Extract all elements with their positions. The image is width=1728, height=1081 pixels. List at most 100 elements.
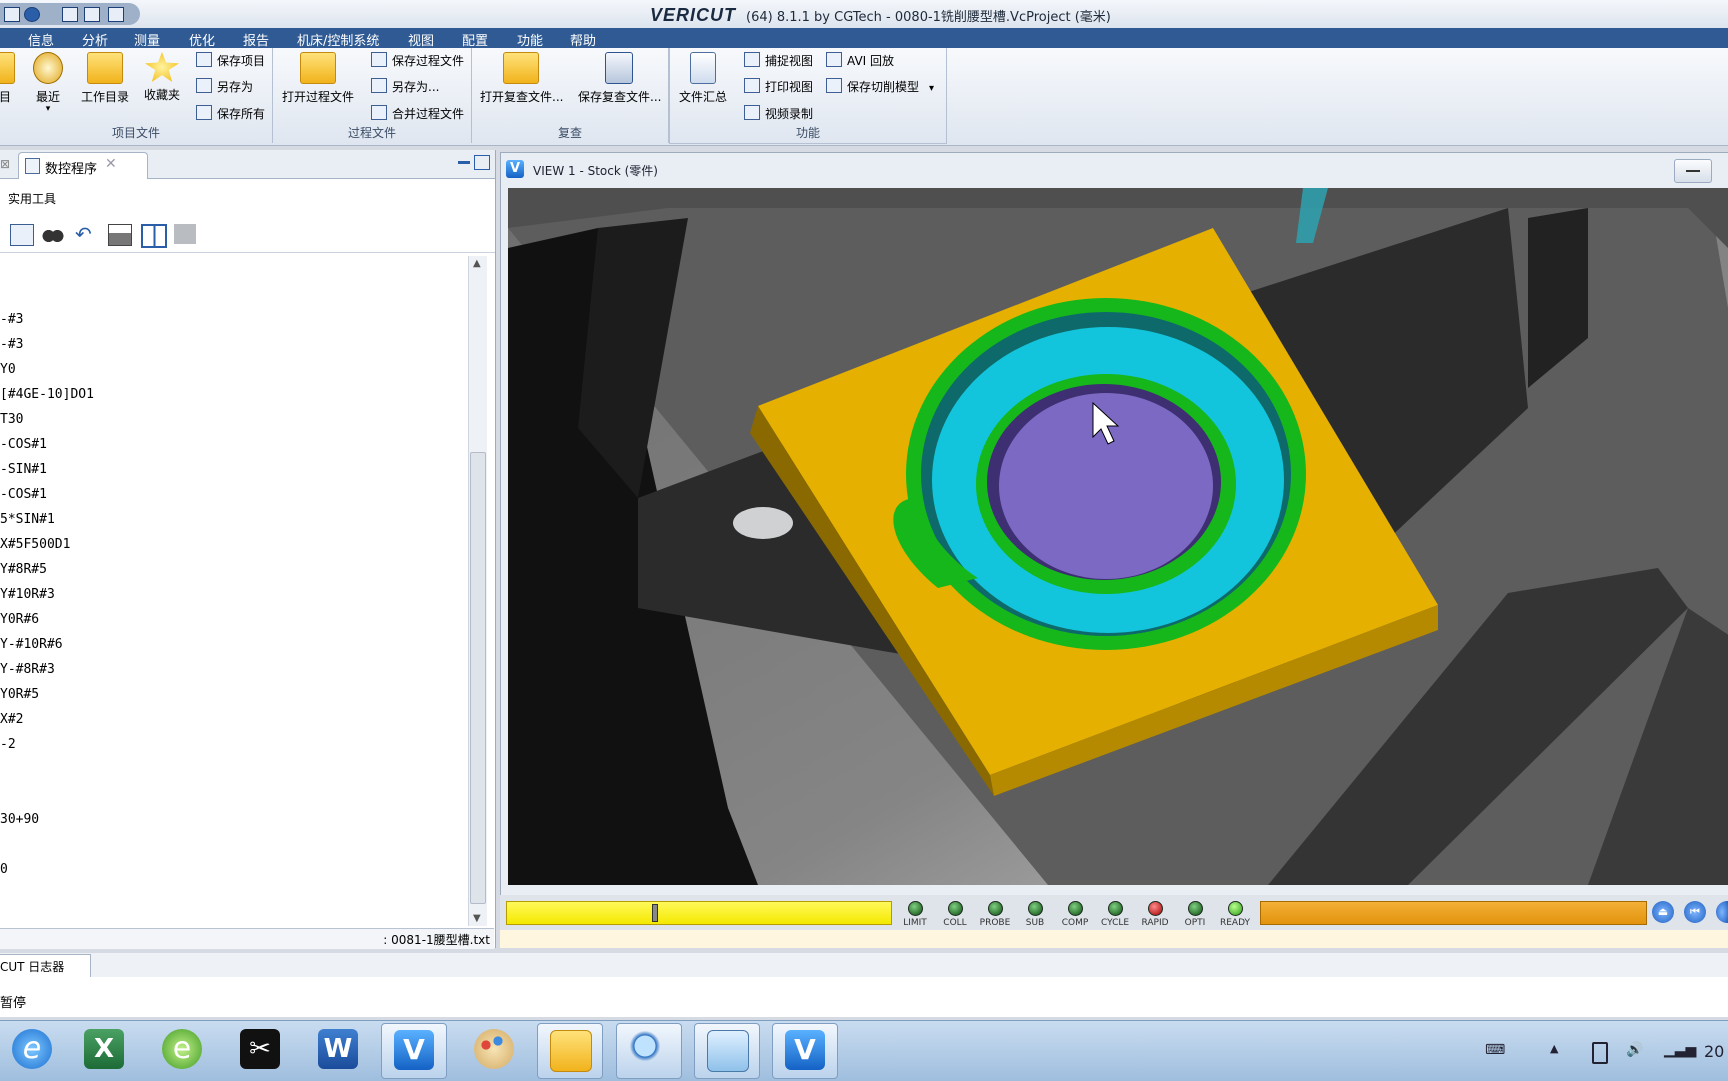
led-limit[interactable]: LIMIT: [895, 901, 935, 928]
scroll-down-icon[interactable]: ▼: [473, 913, 481, 924]
capture-view-button[interactable]: 捕捉视图: [744, 52, 813, 70]
taskbar-word[interactable]: W: [306, 1023, 370, 1077]
tools-menu[interactable]: 实用工具: [8, 190, 56, 207]
3d-simulation-viewport[interactable]: [508, 188, 1728, 885]
code-line[interactable]: 30+90: [0, 812, 39, 827]
tab-log[interactable]: CUT 日志器: [0, 954, 91, 977]
menu-machine-control[interactable]: 机床/控制系统: [297, 30, 379, 49]
led-ready[interactable]: READY: [1215, 901, 1255, 928]
app-menu-icon[interactable]: [4, 7, 20, 22]
print-view-button[interactable]: 打印视图: [744, 78, 813, 96]
process-save-as-button[interactable]: 另存为...: [371, 78, 439, 96]
code-line[interactable]: Y0R#5: [0, 687, 39, 702]
open-review-button[interactable]: 打开复查文件...: [480, 52, 563, 105]
code-line[interactable]: -COS#1: [0, 437, 47, 452]
taskbar-internet-explorer[interactable]: e: [0, 1023, 64, 1077]
led-comp[interactable]: COMP: [1055, 901, 1095, 928]
save-all-button[interactable]: 保存所有: [196, 105, 265, 123]
taskbar-paint[interactable]: [462, 1023, 526, 1077]
undo-icon[interactable]: ↶: [75, 224, 97, 244]
menu-analysis[interactable]: 分析: [82, 30, 108, 49]
taskbar-file-explorer[interactable]: [537, 1023, 603, 1079]
simulation-progress-slider[interactable]: [506, 901, 892, 925]
tab-nc-program[interactable]: 数控程序 ✕: [18, 152, 148, 179]
code-line[interactable]: -SIN#1: [0, 462, 47, 477]
led-sub[interactable]: SUB: [1015, 901, 1055, 928]
led-probe[interactable]: PROBE: [975, 901, 1015, 928]
led-coll[interactable]: COLL: [935, 901, 975, 928]
video-record-button[interactable]: 视频录制: [744, 105, 813, 123]
led-rapid[interactable]: RAPID: [1135, 901, 1175, 928]
work-directory-button[interactable]: 工作目录: [78, 52, 132, 105]
binoculars-icon[interactable]: [42, 224, 64, 244]
menu-help[interactable]: 帮助: [570, 30, 596, 49]
network-signal-icon[interactable]: ▁▃▅: [1664, 1042, 1696, 1058]
layout-split-icon[interactable]: [84, 7, 100, 22]
taskbar-excel[interactable]: X: [72, 1023, 136, 1077]
eject-icon[interactable]: ⏏: [1652, 901, 1674, 923]
code-line[interactable]: T30: [0, 412, 23, 427]
scrollbar-thumb[interactable]: [470, 452, 486, 904]
tab-overflow-icon[interactable]: ⊠: [0, 157, 10, 171]
split-view-icon[interactable]: [141, 224, 167, 248]
favorites-button[interactable]: 收藏夹: [140, 52, 184, 103]
keyboard-icon[interactable]: ⌨: [1485, 1042, 1505, 1058]
volume-icon[interactable]: 🔊: [1626, 1042, 1643, 1058]
layout-rows-icon[interactable]: [108, 7, 124, 22]
nc-check-icon[interactable]: [10, 224, 34, 246]
code-line[interactable]: -2: [0, 737, 16, 752]
menu-view[interactable]: 视图: [408, 30, 434, 49]
info-icon[interactable]: [24, 7, 40, 22]
code-line[interactable]: Y-#10R#6: [0, 637, 63, 652]
save-process-button[interactable]: 保存过程文件: [371, 52, 464, 70]
code-line[interactable]: Y0: [0, 362, 16, 377]
project-button[interactable]: 项目: [0, 52, 20, 105]
code-line[interactable]: 0: [0, 862, 8, 877]
code-line[interactable]: -#3: [0, 337, 23, 352]
led-cycle[interactable]: CYCLE: [1095, 901, 1135, 928]
code-line[interactable]: X#5F500D1: [0, 537, 70, 552]
animation-speed-bar[interactable]: [1260, 901, 1647, 925]
menu-measure[interactable]: 测量: [134, 30, 160, 49]
menu-info[interactable]: 信息: [28, 30, 54, 49]
code-line[interactable]: Y0R#6: [0, 612, 39, 627]
led-opti[interactable]: OPTI: [1175, 901, 1215, 928]
avi-playback-button[interactable]: AVI 回放: [826, 52, 894, 70]
menu-optimize[interactable]: 优化: [189, 30, 215, 49]
save-project-button[interactable]: 保存项目: [196, 52, 265, 70]
code-line[interactable]: Y#10R#3: [0, 587, 55, 602]
nc-code-editor[interactable]: -#3 -#3 Y0 [#4GE-10]DO1 T30 -COS#1 -SIN#1 -COS#…: [0, 256, 464, 926]
scroll-up-icon[interactable]: ▲: [473, 258, 481, 269]
code-line[interactable]: X#2: [0, 712, 23, 727]
show-hidden-icons-icon[interactable]: ▲: [1550, 1042, 1558, 1055]
battery-icon[interactable]: [1592, 1042, 1608, 1064]
menu-function[interactable]: 功能: [517, 30, 543, 49]
printer-icon[interactable]: [108, 224, 132, 246]
taskbar-vericut-2[interactable]: V: [772, 1023, 838, 1079]
float-panel-icon[interactable]: [474, 155, 490, 170]
taskbar-magnifier[interactable]: [616, 1023, 682, 1079]
code-line[interactable]: [#4GE-10]DO1: [0, 387, 94, 402]
merge-process-button[interactable]: 合并过程文件: [371, 105, 464, 123]
progress-slider-thumb[interactable]: [652, 904, 658, 922]
rewind-icon[interactable]: ⏮: [1684, 901, 1706, 923]
save-as-button[interactable]: 另存为: [196, 78, 253, 96]
taskbar-notepad[interactable]: [694, 1023, 760, 1079]
layout-single-icon[interactable]: [62, 7, 78, 22]
code-line[interactable]: Y#8R#5: [0, 562, 47, 577]
code-line[interactable]: 5*SIN#1: [0, 512, 55, 527]
taskbar-browser[interactable]: e: [150, 1023, 214, 1077]
open-process-button[interactable]: 打开过程文件: [281, 52, 355, 105]
minimize-view-button[interactable]: [1674, 159, 1712, 183]
clock[interactable]: 20: [1704, 1042, 1724, 1061]
chevron-down-icon[interactable]: ▾: [929, 83, 934, 94]
taskbar-vericut[interactable]: V: [381, 1023, 447, 1079]
file-summary-button[interactable]: 文件汇总: [678, 52, 728, 105]
save-review-button[interactable]: 保存复查文件...: [578, 52, 661, 105]
layers-icon[interactable]: [174, 224, 196, 244]
menu-config[interactable]: 配置: [462, 30, 488, 49]
menu-report[interactable]: 报告: [243, 30, 269, 49]
save-cut-model-button[interactable]: 保存切削模型 ▾: [826, 78, 934, 96]
code-line[interactable]: -COS#1: [0, 487, 47, 502]
code-line[interactable]: -#3: [0, 312, 23, 327]
